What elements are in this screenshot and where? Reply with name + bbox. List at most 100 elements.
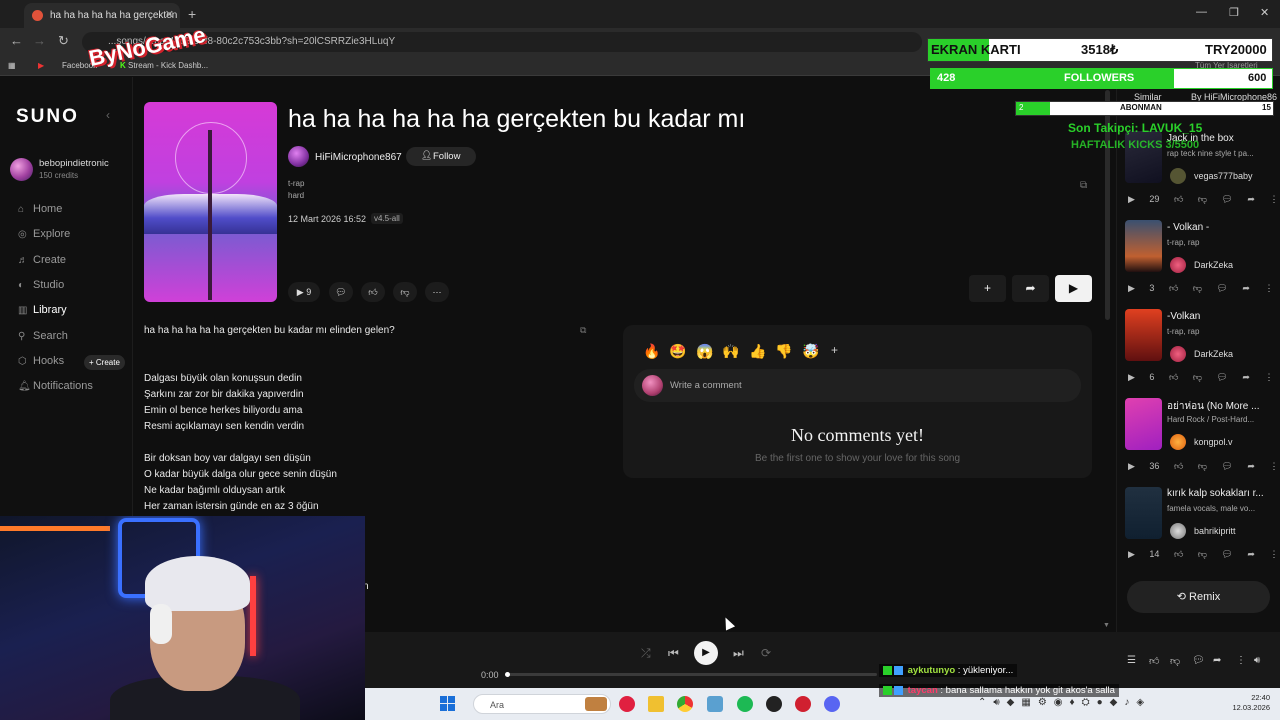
- apps-grid-icon[interactable]: ▦: [8, 61, 16, 70]
- rec-author[interactable]: kongpol.v: [1194, 437, 1233, 447]
- comment-icon[interactable]: 💬︎: [1192, 655, 1205, 666]
- play-count-button[interactable]: ▶ 9: [288, 282, 320, 302]
- song-cover-art[interactable]: [144, 102, 277, 302]
- rec-actions[interactable]: ▶ 14 👍︎ 👎︎ 💬︎ ➦ ⋮: [1128, 549, 1278, 560]
- artist-avatar[interactable]: [288, 146, 309, 167]
- username[interactable]: bebopindietronic: [39, 158, 109, 169]
- user-avatar[interactable]: [10, 158, 33, 181]
- avatar[interactable]: [1170, 257, 1186, 273]
- thumbs-up-reaction-icon[interactable]: 👍: [749, 343, 766, 360]
- add-to-playlist-button[interactable]: +: [969, 275, 1006, 302]
- avatar[interactable]: [1170, 434, 1186, 450]
- rec-author[interactable]: bahrikipritt: [1194, 526, 1236, 536]
- avatar[interactable]: [1170, 168, 1186, 184]
- more-options-icon[interactable]: ⋮: [1236, 655, 1246, 666]
- rec-actions[interactable]: ▶ 36 👍︎ 👎︎ 💬︎ ➦ ⋮: [1128, 461, 1278, 472]
- minimize-icon[interactable]: —: [1196, 6, 1207, 18]
- back-icon[interactable]: ←: [10, 33, 23, 48]
- mind-blown-reaction-icon[interactable]: 🤯: [802, 343, 819, 360]
- sidebar-item-library[interactable]: ▥ Library: [18, 304, 67, 316]
- news-widget-icon[interactable]: [585, 697, 607, 711]
- sidebar-item-explore[interactable]: ◎ Explore: [18, 228, 70, 240]
- sidebar-item-notifications[interactable]: 🔔︎ Notifications: [18, 380, 93, 392]
- next-track-icon[interactable]: ⏭︎: [733, 646, 744, 661]
- close-window-icon[interactable]: ✕: [1260, 6, 1269, 19]
- discord-icon[interactable]: [824, 696, 840, 712]
- close-tab-icon[interactable]: ✕: [165, 8, 174, 21]
- address-bar[interactable]: ...songs/...ba-44c8-9ef8-80c2c753c3bb?sh…: [82, 32, 922, 52]
- progress-knob[interactable]: [505, 672, 510, 677]
- obs-icon[interactable]: [766, 696, 782, 712]
- sidebar-item-home[interactable]: ⌂ Home: [18, 203, 62, 215]
- sidebar-item-hooks[interactable]: ⬡ Hooks: [18, 355, 64, 367]
- music-app-icon[interactable]: [619, 696, 635, 712]
- comment-icon[interactable]: 💬︎: [329, 282, 353, 302]
- rec-thumbnail[interactable]: [1125, 220, 1162, 272]
- scroll-down-icon[interactable]: ▼: [1103, 622, 1110, 629]
- shuffle-icon[interactable]: ⤮: [641, 646, 651, 661]
- system-tray[interactable]: ⌃🔊︎◆▦⚙︎◉♦⛭●◆♪◈: [978, 697, 1151, 708]
- song-tag[interactable]: t-rap: [288, 179, 304, 188]
- maximize-icon[interactable]: ❐: [1229, 6, 1239, 19]
- queue-icon[interactable]: ☰: [1127, 655, 1136, 666]
- windows-start-icon[interactable]: [440, 696, 456, 712]
- progress-bar[interactable]: [507, 673, 877, 676]
- chrome-icon[interactable]: [677, 696, 693, 712]
- app-icon[interactable]: [795, 696, 811, 712]
- forward-icon[interactable]: →: [33, 33, 46, 48]
- thumbs-down-icon[interactable]: 👎︎: [1170, 655, 1180, 667]
- spotify-icon[interactable]: [737, 696, 753, 712]
- remix-button[interactable]: ⟲ Remix: [1127, 581, 1270, 613]
- reload-icon[interactable]: ↻: [58, 33, 69, 49]
- rec-thumbnail[interactable]: [1125, 398, 1162, 450]
- player-play-button[interactable]: ▶: [694, 641, 718, 665]
- youtube-icon[interactable]: ▶: [38, 61, 44, 70]
- follow-button[interactable]: 👤︎ Follow: [406, 147, 476, 166]
- rec-actions[interactable]: ▶ 29 👍︎ 👎︎ 💬︎ ➦ ⋮: [1128, 194, 1278, 205]
- rec-author[interactable]: DarkZeka: [1194, 349, 1233, 359]
- rec-author[interactable]: DarkZeka: [1194, 260, 1233, 270]
- rec-title[interactable]: kırık kalp sokakları r...: [1167, 488, 1267, 499]
- volume-icon[interactable]: 🔊︎: [1254, 655, 1260, 666]
- rec-title[interactable]: -Volkan: [1167, 311, 1267, 322]
- sidebar-item-studio[interactable]: ◐ Studio: [18, 279, 64, 291]
- rec-title[interactable]: - Volkan -: [1167, 222, 1267, 233]
- browser-tab[interactable]: ha ha ha ha ha ha gerçekten bu ✕: [24, 3, 180, 28]
- suno-logo[interactable]: SUNO: [16, 106, 79, 128]
- thumbs-up-icon[interactable]: 👍︎: [361, 282, 385, 302]
- thumbs-up-icon[interactable]: 👍︎: [1149, 655, 1159, 667]
- rec-title[interactable]: อย่าห่อน (No More ...: [1167, 399, 1267, 414]
- avatar[interactable]: [1170, 346, 1186, 362]
- rec-actions[interactable]: ▶ 3 👍︎ 👎︎ 💬︎ ➦ ⋮: [1128, 283, 1273, 294]
- sidebar-item-create[interactable]: ♬ Create: [18, 254, 66, 266]
- thumbs-down-reaction-icon[interactable]: 👎: [775, 343, 792, 360]
- app-icon[interactable]: [707, 696, 723, 712]
- more-options-icon[interactable]: ⋯: [425, 282, 449, 302]
- rec-thumbnail[interactable]: [1125, 309, 1162, 361]
- rec-thumbnail[interactable]: [1125, 487, 1162, 539]
- shock-reaction-icon[interactable]: 😱: [696, 343, 713, 360]
- avatar[interactable]: [1170, 523, 1186, 539]
- repeat-icon[interactable]: ⟳: [761, 646, 771, 660]
- rec-author[interactable]: vegas777baby: [1194, 171, 1253, 181]
- collapse-sidebar-icon[interactable]: ‹: [106, 108, 110, 122]
- copy-icon[interactable]: ⧉: [1080, 180, 1087, 191]
- play-song-button[interactable]: ▶: [1055, 275, 1092, 302]
- add-reaction-icon[interactable]: +: [831, 343, 838, 357]
- previous-track-icon[interactable]: ⏮︎: [668, 646, 679, 661]
- artist-name[interactable]: HiFiMicrophone867: [315, 152, 402, 163]
- share-button[interactable]: ➦: [1012, 275, 1049, 302]
- rec-actions[interactable]: ▶ 6 👍︎ 👎︎ 💬︎ ➦ ⋮: [1128, 372, 1273, 383]
- raised-hands-reaction-icon[interactable]: 🙌: [722, 343, 739, 360]
- copy-lyrics-icon[interactable]: ⧉: [580, 325, 586, 336]
- taskbar-clock[interactable]: 22:40 12.03.2026: [1226, 693, 1270, 713]
- star-eyes-reaction-icon[interactable]: 🤩: [669, 343, 686, 360]
- file-explorer-icon[interactable]: [648, 696, 664, 712]
- create-hook-button[interactable]: + Create: [84, 355, 125, 370]
- fire-reaction-icon[interactable]: 🔥: [643, 343, 660, 360]
- thumbs-down-icon[interactable]: 👎︎: [393, 282, 417, 302]
- sidebar-item-search[interactable]: ⚲ Search: [18, 330, 68, 342]
- song-tag[interactable]: hard: [288, 191, 304, 200]
- comment-input[interactable]: Write a comment: [634, 369, 1081, 402]
- new-tab-icon[interactable]: +: [188, 6, 196, 22]
